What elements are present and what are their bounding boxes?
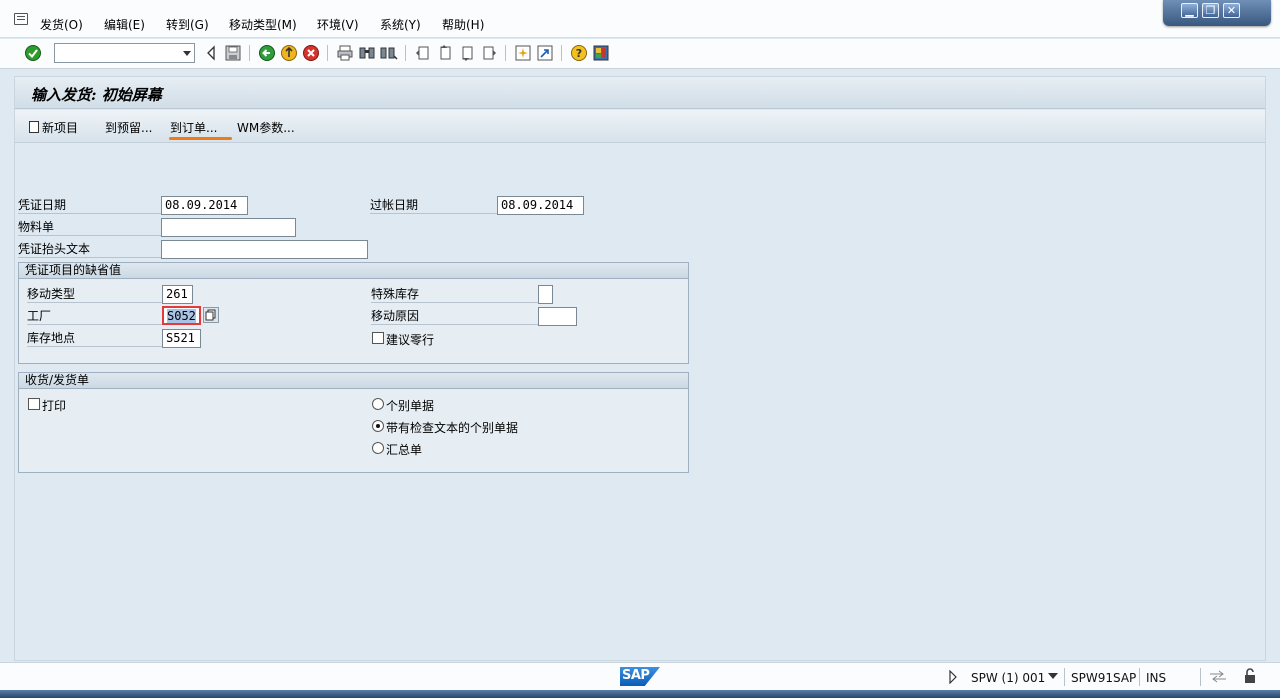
doc-date-label: 凭证日期 xyxy=(18,198,161,214)
posting-date-field[interactable]: 08.09.2014 xyxy=(497,196,584,215)
slip-group-title: 收货/发货单 xyxy=(19,373,688,389)
plant-field[interactable]: S052 xyxy=(162,306,201,325)
search-help-icon[interactable] xyxy=(203,307,219,323)
enter-icon[interactable] xyxy=(24,44,42,62)
title-bar: 输入发货: 初始屏幕 xyxy=(15,77,1265,109)
individual-slip-radio[interactable] xyxy=(372,398,384,410)
input-mode: INS xyxy=(1146,671,1167,685)
session-dropdown-icon[interactable] xyxy=(1048,673,1058,681)
menu-goto[interactable]: 转到(G) xyxy=(166,16,209,33)
menu-help[interactable]: 帮助(H) xyxy=(442,16,484,33)
next-page-icon[interactable] xyxy=(458,44,476,62)
slip-group: 收货/发货单 打印 个别单据 带有检查文本的个别单据 汇总单 xyxy=(18,372,689,473)
standard-toolbar: ? xyxy=(0,39,1280,69)
movement-type-field[interactable]: 261 xyxy=(162,285,193,304)
individual-slip-label: 个别单据 xyxy=(386,399,435,413)
to-reservation-button[interactable]: 到预留... xyxy=(105,119,152,136)
cancel-icon[interactable] xyxy=(302,44,320,62)
header-text-label: 凭证抬头文本 xyxy=(18,242,161,258)
close-button[interactable]: ✕ xyxy=(1223,3,1240,18)
shortcut-icon[interactable] xyxy=(536,44,554,62)
menu-movement-type[interactable]: 移动类型(M) xyxy=(229,16,297,33)
movement-type-label: 移动类型 xyxy=(27,287,162,303)
material-slip-field[interactable] xyxy=(161,218,296,237)
print-icon[interactable] xyxy=(336,44,354,62)
command-field[interactable] xyxy=(54,43,195,63)
defaults-group-title: 凭证项目的缺省值 xyxy=(19,263,688,279)
collapse-arrow-icon[interactable] xyxy=(202,44,220,62)
find-icon[interactable] xyxy=(358,44,376,62)
menu-system[interactable]: 系统(Y) xyxy=(380,16,421,33)
posting-date-label: 过帐日期 xyxy=(370,198,498,214)
to-order-button[interactable]: 到订单... xyxy=(170,119,217,136)
chevron-down-icon[interactable] xyxy=(183,51,191,56)
os-taskbar xyxy=(0,690,1280,698)
movement-reason-label: 移动原因 xyxy=(371,309,539,325)
movement-reason-field[interactable] xyxy=(538,307,577,326)
defaults-group: 凭证项目的缺省值 移动类型 261 特殊库存 工厂 S052 移动原因 库存地点… xyxy=(18,262,689,364)
new-session-icon[interactable] xyxy=(514,44,532,62)
header-text-field[interactable] xyxy=(161,240,368,259)
restore-button[interactable]: ❐ xyxy=(1202,3,1219,18)
main-frame: 输入发货: 初始屏幕 新项目 到预留... 到订单... WM参数... 凭证日… xyxy=(14,76,1266,661)
lock-icon[interactable] xyxy=(1242,668,1258,684)
new-item-label: 新项目 xyxy=(42,121,79,135)
first-page-icon[interactable] xyxy=(414,44,432,62)
collective-slip-label: 汇总单 xyxy=(386,443,423,457)
plant-label: 工厂 xyxy=(27,309,162,325)
minimize-button[interactable]: ▁ xyxy=(1181,3,1198,18)
highlight-underline xyxy=(169,137,232,140)
menu-environment[interactable]: 环境(V) xyxy=(317,16,359,33)
material-slip-label: 物料单 xyxy=(18,220,161,236)
new-item-button[interactable]: 新项目 xyxy=(29,119,78,136)
sap-logo-text: SAP xyxy=(622,668,650,683)
sap-logo: SAP xyxy=(620,667,660,686)
menu-bar: 发货(O) 编辑(E) 转到(G) 移动类型(M) 环境(V) 系统(Y) 帮助… xyxy=(0,0,1280,38)
storage-location-field[interactable]: S521 xyxy=(162,329,201,348)
prev-page-icon[interactable] xyxy=(436,44,454,62)
back-icon[interactable] xyxy=(258,44,276,62)
plant-value: S052 xyxy=(167,309,196,323)
wm-params-button[interactable]: WM参数... xyxy=(237,119,295,136)
layout-icon[interactable] xyxy=(592,44,610,62)
doc-date-field[interactable]: 08.09.2014 xyxy=(161,196,248,215)
find-next-icon[interactable] xyxy=(380,44,398,62)
last-page-icon[interactable] xyxy=(480,44,498,62)
page-title: 输入发货: 初始屏幕 xyxy=(31,86,162,104)
help-icon[interactable]: ? xyxy=(570,44,588,62)
individual-with-text-radio[interactable] xyxy=(372,420,384,432)
individual-with-text-label: 带有检查文本的个别单据 xyxy=(386,421,519,435)
menu-edit[interactable]: 编辑(E) xyxy=(104,16,145,33)
session-info: SPW (1) 001 xyxy=(971,671,1046,685)
print-label: 打印 xyxy=(42,399,67,413)
connection-icon xyxy=(1210,670,1226,683)
status-bar: SAP SPW (1) 001 SPW91SAP INS xyxy=(0,662,1280,690)
system-menu-icon[interactable] xyxy=(14,13,28,25)
save-icon[interactable] xyxy=(224,44,242,62)
special-stock-label: 特殊库存 xyxy=(371,287,539,303)
expand-status-icon[interactable] xyxy=(948,670,958,684)
suggest-zero-lines-checkbox[interactable] xyxy=(372,332,384,344)
exit-icon[interactable] xyxy=(280,44,298,62)
svg-text:?: ? xyxy=(576,47,582,60)
window-controls: ▁ ❐ ✕ xyxy=(1163,0,1271,26)
suggest-zero-lines-label: 建议零行 xyxy=(386,333,435,347)
collective-slip-radio[interactable] xyxy=(372,442,384,454)
print-checkbox[interactable] xyxy=(28,398,40,410)
storage-location-label: 库存地点 xyxy=(27,331,162,347)
new-document-icon xyxy=(29,121,39,133)
menu-issue[interactable]: 发货(O) xyxy=(40,16,83,33)
special-stock-field[interactable] xyxy=(538,285,553,304)
server-info: SPW91SAP xyxy=(1071,671,1137,685)
